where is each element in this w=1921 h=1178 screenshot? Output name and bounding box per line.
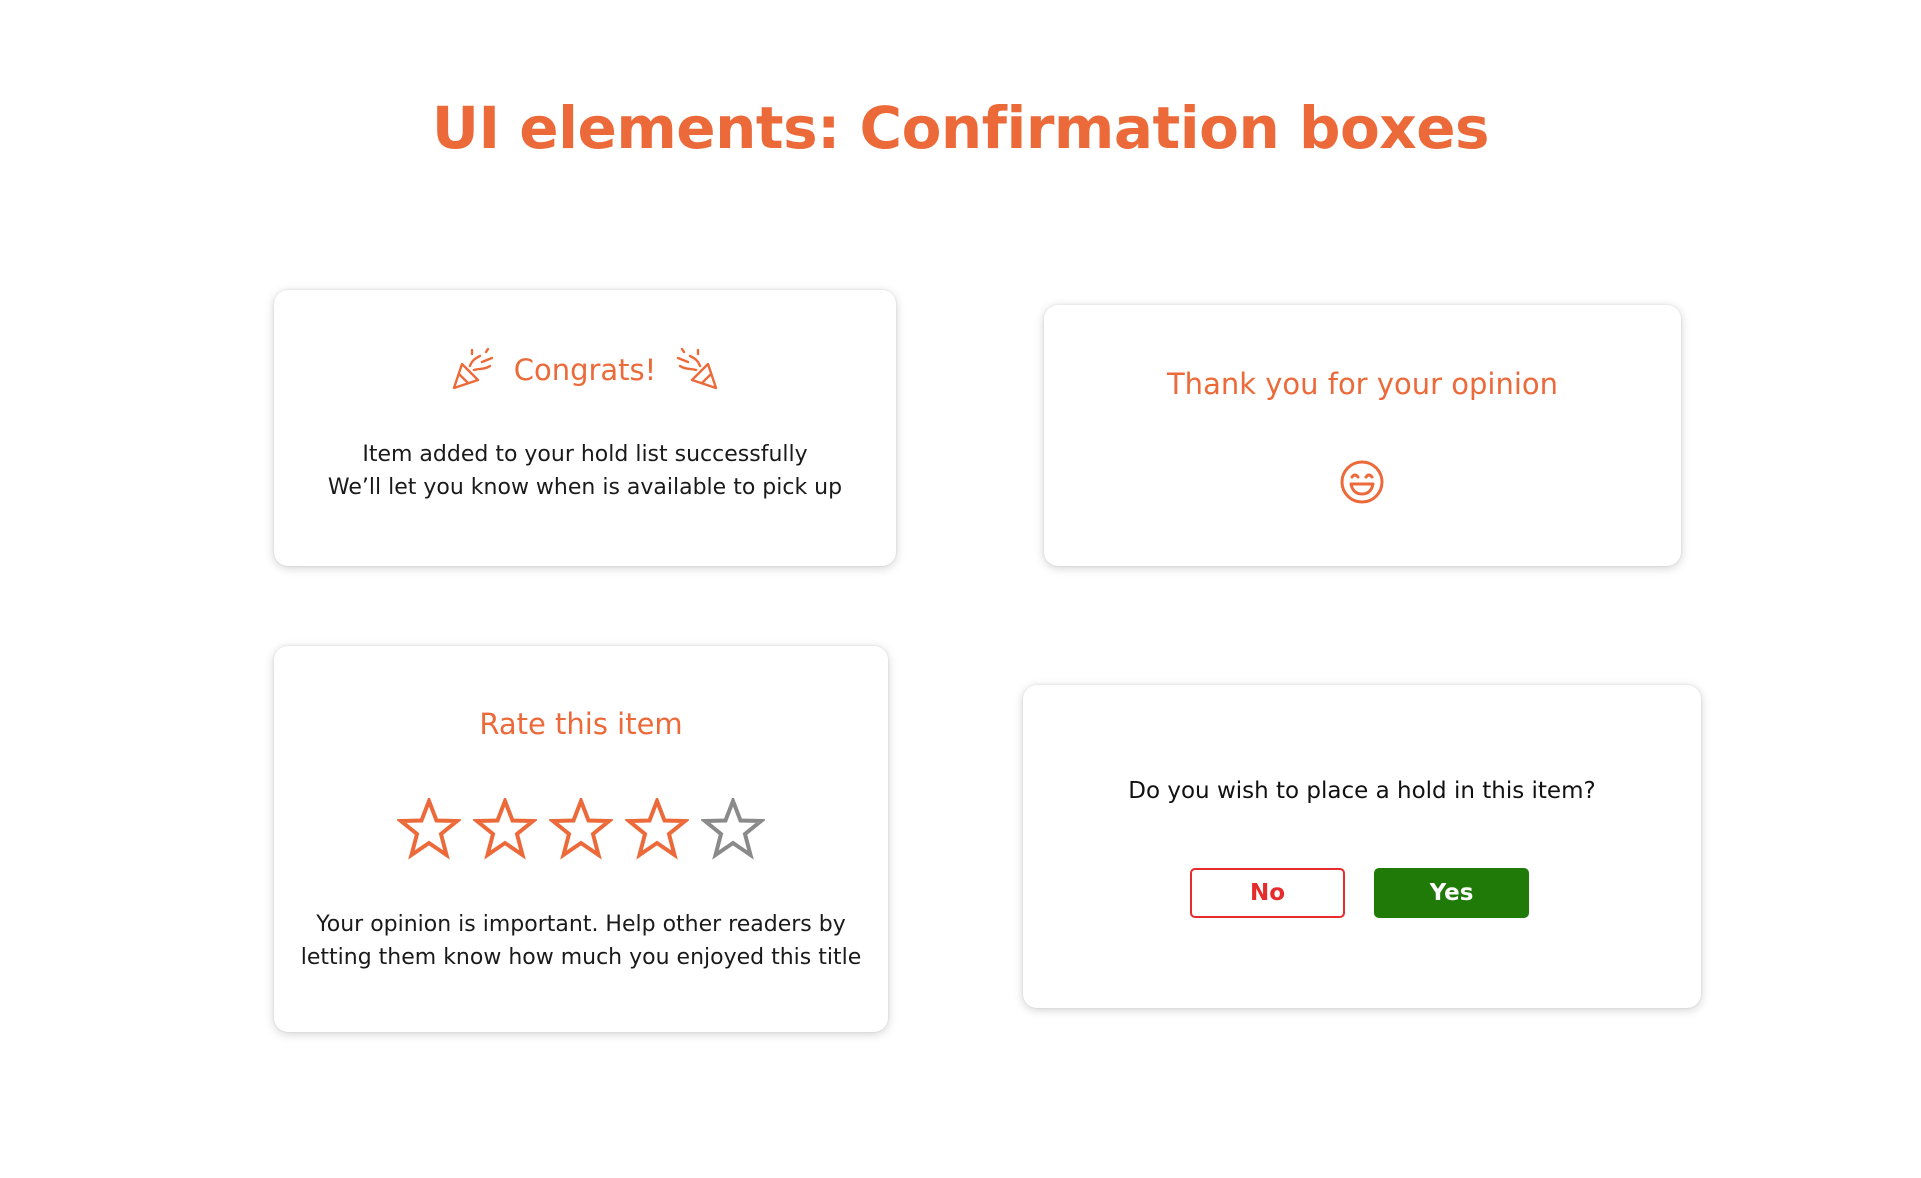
hold-confirmation-box: Do you wish to place a hold in this item… <box>1023 685 1701 1008</box>
party-popper-icon <box>674 348 720 392</box>
star-rating[interactable] <box>274 798 888 860</box>
rate-line-1: Your opinion is important. Help other re… <box>316 912 846 937</box>
star-icon[interactable] <box>625 798 689 860</box>
congrats-confirmation-box: Congrats! Item added to your hold list s… <box>274 290 896 566</box>
smiley-face-icon <box>1338 458 1386 510</box>
rate-title: Rate this item <box>479 707 683 741</box>
rate-line-2: letting them know how much you enjoyed t… <box>300 945 862 970</box>
star-icon[interactable] <box>397 798 461 860</box>
congrats-title-row: Congrats! <box>274 348 896 392</box>
congrats-title: Congrats! <box>513 353 657 387</box>
yes-button[interactable]: Yes <box>1374 868 1529 918</box>
page-title: UI elements: Confirmation boxes <box>431 94 1490 162</box>
no-button[interactable]: No <box>1190 868 1345 918</box>
congrats-message: Item added to your hold list successfull… <box>274 438 896 504</box>
star-icon[interactable] <box>701 798 765 860</box>
hold-question: Do you wish to place a hold in this item… <box>1128 778 1596 804</box>
rate-item-box: Rate this item Your opinion is important… <box>274 646 888 1032</box>
party-popper-icon <box>450 348 496 392</box>
star-icon[interactable] <box>473 798 537 860</box>
thanks-confirmation-box: Thank you for your opinion <box>1044 305 1681 566</box>
star-icon[interactable] <box>549 798 613 860</box>
rate-message: Your opinion is important. Help other re… <box>274 908 888 974</box>
thanks-title: Thank you for your opinion <box>1166 367 1559 401</box>
congrats-line-1: Item added to your hold list successfull… <box>362 442 808 467</box>
congrats-line-2: We’ll let you know when is available to … <box>327 475 843 500</box>
